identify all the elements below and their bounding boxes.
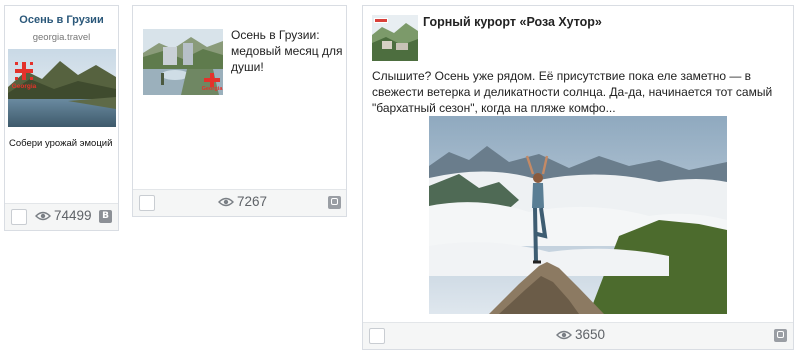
eye-icon <box>218 197 234 206</box>
select-checkbox[interactable] <box>369 328 385 344</box>
eye-icon <box>556 330 572 339</box>
georgia-logo: Georgia <box>11 60 37 92</box>
ok-badge-icon <box>328 196 341 209</box>
eye-icon <box>35 211 51 220</box>
ad-thumbnail[interactable] <box>372 15 418 61</box>
ad-body-text: Слышите? Осень уже рядом. Её присутствие… <box>372 69 773 115</box>
georgia-logo-label: Georgia <box>11 83 37 90</box>
ad-text[interactable]: Осень в Грузии: медовый месяц для души! <box>231 27 343 75</box>
views-counter: 7267 <box>218 194 267 209</box>
views-count: 74499 <box>54 208 92 223</box>
ad-title[interactable]: Горный курорт «Роза Хутор» <box>423 15 602 29</box>
select-checkbox[interactable] <box>139 195 155 211</box>
georgia-logo-label: Georgia <box>201 86 223 92</box>
vk-badge-icon: В <box>99 210 112 223</box>
card-footer: 3650 <box>363 322 793 349</box>
select-checkbox[interactable] <box>11 209 27 225</box>
card-footer: 74499 В <box>5 203 118 230</box>
ad-card-roza-khutor[interactable]: Горный курорт «Роза Хутор» Слышите? Осен… <box>362 5 794 350</box>
ad-card-georgia[interactable]: Осень в Грузии georgia.travel Georgia Со… <box>4 5 119 231</box>
ad-domain[interactable]: georgia.travel <box>5 32 118 43</box>
views-counter: 74499 <box>35 208 92 223</box>
ad-card-georgia-honeymoon[interactable]: Georgia Осень в Грузии: медовый месяц дл… <box>132 5 347 217</box>
ad-description[interactable]: Собери урожай эмоций <box>9 138 112 149</box>
georgia-logo: Georgia <box>201 72 223 96</box>
ok-badge-icon <box>774 329 787 342</box>
card-footer: 7267 <box>133 189 346 216</box>
views-count: 3650 <box>575 327 606 342</box>
views-counter: 3650 <box>556 327 605 342</box>
ad-title[interactable]: Осень в Грузии <box>5 14 118 26</box>
views-count: 7267 <box>237 194 268 209</box>
ad-photo[interactable] <box>429 116 727 314</box>
